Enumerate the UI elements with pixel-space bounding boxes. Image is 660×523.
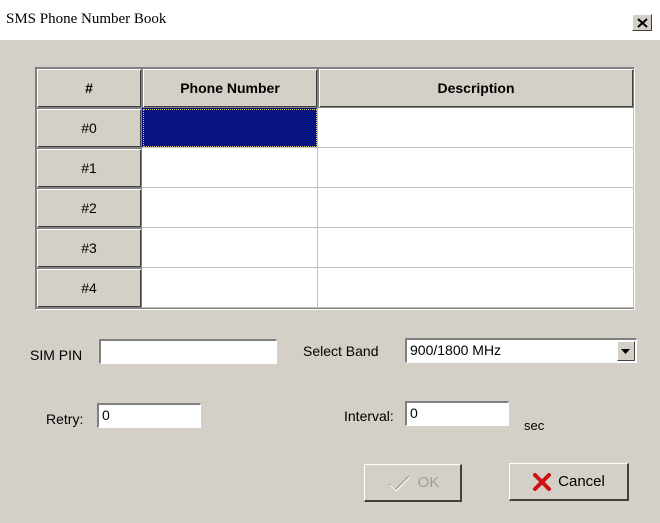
window-title: SMS Phone Number Book: [6, 11, 167, 27]
red-x-icon: [533, 472, 552, 491]
cancel-button[interactable]: Cancel: [509, 463, 629, 501]
band-select-value: 900/1800 MHz: [410, 342, 502, 358]
retry-field[interactable]: 0: [97, 403, 201, 428]
column-header-phone-number[interactable]: Phone Number: [142, 68, 318, 108]
column-header-description[interactable]: Description: [318, 68, 634, 108]
description-cell[interactable]: [318, 148, 634, 188]
phone-number-cell[interactable]: [142, 108, 318, 148]
interval-unit-label: sec: [524, 418, 545, 433]
sim-pin-label: SIM PIN: [30, 347, 83, 363]
phone-number-cell[interactable]: [142, 188, 318, 228]
chevron-down-icon: [621, 349, 630, 354]
cancel-button-label: Cancel: [558, 473, 605, 490]
retry-label: Retry:: [46, 411, 84, 427]
row-header[interactable]: #4: [36, 268, 142, 308]
row-header[interactable]: #2: [36, 188, 142, 228]
description-cell[interactable]: [318, 108, 634, 148]
interval-label: Interval:: [344, 408, 394, 424]
checkmark-icon: [388, 474, 411, 492]
close-icon: [637, 18, 648, 28]
phone-number-cell[interactable]: [142, 228, 318, 268]
phone-number-grid[interactable]: # Phone Number Description #0 #1 #2 #3 #…: [35, 67, 635, 310]
phone-number-cell[interactable]: [142, 268, 318, 308]
row-header[interactable]: #3: [36, 228, 142, 268]
title-bar[interactable]: SMS Phone Number Book: [0, 0, 660, 40]
dropdown-arrow-button[interactable]: [617, 341, 635, 361]
row-header[interactable]: #0: [36, 108, 142, 148]
close-button[interactable]: [632, 14, 652, 31]
dialog-window: SMS Phone Number Book # Phone Number Des…: [0, 0, 660, 523]
sim-pin-field[interactable]: [99, 339, 277, 364]
column-header-index[interactable]: #: [36, 68, 142, 108]
description-cell[interactable]: [318, 188, 634, 228]
ok-button[interactable]: OK: [364, 464, 462, 502]
band-select[interactable]: 900/1800 MHz: [405, 338, 637, 363]
description-cell[interactable]: [318, 228, 634, 268]
select-band-label: Select Band: [303, 343, 379, 359]
interval-field[interactable]: 0: [405, 401, 509, 426]
phone-number-cell[interactable]: [142, 148, 318, 188]
description-cell[interactable]: [318, 268, 634, 308]
ok-button-label: OK: [417, 474, 440, 491]
row-header[interactable]: #1: [36, 148, 142, 188]
